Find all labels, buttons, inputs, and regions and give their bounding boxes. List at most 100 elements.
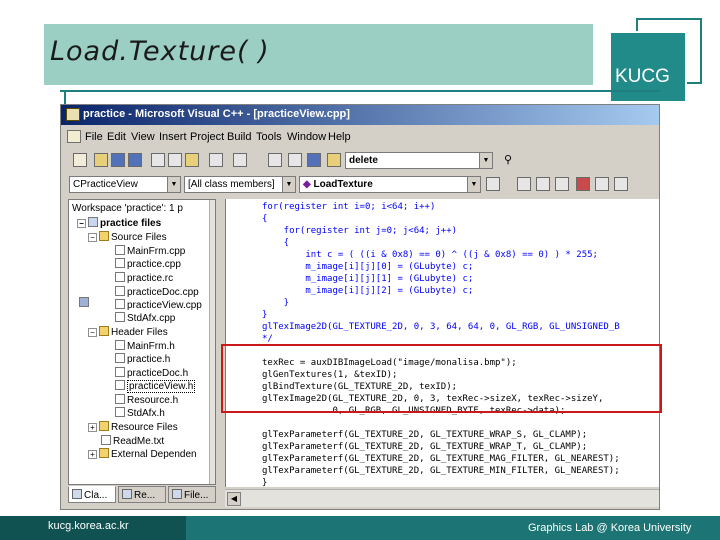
chevron-down-icon[interactable]: ▼ — [479, 153, 492, 168]
tree-label: StdAfx.h — [127, 408, 165, 419]
chevron-down-icon[interactable]: ▼ — [467, 177, 480, 192]
copy-icon[interactable] — [168, 153, 182, 167]
expand-icon[interactable]: + — [88, 450, 97, 459]
members-combo[interactable]: [All class members] ▼ — [184, 176, 296, 193]
function-combo[interactable]: ◆ LoadTexture ▼ — [299, 176, 481, 193]
tree-item-file[interactable]: practice.cpp — [115, 258, 181, 271]
find-in-files-icon[interactable] — [327, 153, 341, 167]
code-line: m_image[i][j][0] = (GLubyte) c; — [262, 262, 474, 272]
menu-view[interactable]: View — [131, 131, 155, 143]
output-icon[interactable] — [288, 153, 302, 167]
tree-item-external-deps[interactable]: + External Dependen — [88, 448, 197, 461]
app-icon — [66, 108, 80, 121]
menu-edit[interactable]: Edit — [107, 131, 126, 143]
binoculars-icon[interactable]: ⚲ — [504, 153, 512, 166]
menu-build[interactable]: Build — [227, 131, 251, 143]
stop-build-icon[interactable] — [555, 177, 569, 191]
tab-classview[interactable]: Cla... — [68, 486, 116, 503]
menu-window[interactable]: Window — [287, 131, 326, 143]
code-editor[interactable]: for(register int i=0; i<64; i++) { for(re… — [225, 199, 659, 487]
undo-icon[interactable] — [209, 153, 223, 167]
class-wizard-icon[interactable] — [486, 177, 500, 191]
folder-icon — [99, 326, 109, 336]
cpp-file-icon — [115, 299, 125, 309]
workspace-icon[interactable] — [268, 153, 282, 167]
code-line: glTexParameterf(GL_TEXTURE_2D, GL_TEXTUR… — [262, 454, 620, 464]
tab-fileview[interactable]: File... — [168, 486, 216, 503]
h-file-icon — [115, 353, 125, 363]
scroll-left-icon[interactable]: ◀ — [227, 492, 241, 506]
tree-label: practice.h — [127, 354, 171, 365]
cpp-file-icon — [115, 245, 125, 255]
tree-item-file[interactable]: practice.h — [115, 353, 170, 366]
code-line: for(register int i=0; i<64; i++) — [262, 202, 436, 212]
h-file-icon — [115, 380, 125, 390]
execute-icon[interactable] — [576, 177, 590, 191]
save-all-icon[interactable] — [128, 153, 142, 167]
collapse-icon[interactable]: − — [88, 328, 97, 337]
tree-item-file[interactable]: ReadMe.txt — [101, 435, 164, 448]
menu-tools[interactable]: Tools — [256, 131, 282, 143]
chevron-down-icon[interactable]: ▼ — [167, 177, 180, 192]
slide-title: Load.Texture( ) — [50, 36, 270, 67]
code-line: glTexParameterf(GL_TEXTURE_2D, GL_TEXTUR… — [262, 442, 588, 452]
code-line: glBindTexture(GL_TEXTURE_2D, texID); — [262, 382, 458, 392]
menu-file[interactable]: File — [85, 131, 103, 143]
tree-item-file[interactable]: StdAfx.h — [115, 407, 165, 420]
menu-insert[interactable]: Insert — [159, 131, 187, 143]
tree-item-project[interactable]: − practice files — [77, 217, 161, 230]
tree-item-file-selected[interactable]: practiceView.h — [115, 380, 196, 393]
window-titlebar[interactable]: practice - Microsoft Visual C++ - [pract… — [61, 105, 659, 125]
resourceview-icon — [122, 489, 132, 499]
class-combo[interactable]: CPracticeView ▼ — [69, 176, 181, 193]
chevron-down-icon[interactable]: ▼ — [282, 177, 295, 192]
tree-item-file[interactable]: practiceView.cpp — [115, 299, 202, 312]
tree-item-source-files[interactable]: − Source Files — [88, 231, 167, 244]
tree-label: MainFrm.cpp — [127, 246, 186, 257]
folder-icon — [99, 421, 109, 431]
tree-item-file[interactable]: practiceDoc.h — [115, 367, 188, 380]
redo-icon[interactable] — [233, 153, 247, 167]
folder-icon — [99, 231, 109, 241]
menu-project[interactable]: Project — [190, 131, 224, 143]
find-combo[interactable]: delete ▼ — [345, 152, 493, 169]
mdi-document-icon[interactable] — [67, 130, 81, 143]
code-line: m_image[i][j][2] = (GLubyte) c; — [262, 286, 474, 296]
tab-resourceview[interactable]: Re... — [118, 486, 166, 503]
horizontal-divider — [60, 90, 660, 92]
tree-item-workspace[interactable]: Workspace 'practice': 1 p — [72, 203, 183, 307]
build-icon[interactable] — [536, 177, 550, 191]
save-icon[interactable] — [111, 153, 125, 167]
window-list-icon[interactable] — [307, 153, 321, 167]
folder-icon — [99, 448, 109, 458]
tab-label: Re... — [134, 490, 156, 501]
cut-icon[interactable] — [151, 153, 165, 167]
logo-text: KUCG — [615, 66, 670, 87]
breakpoint-icon[interactable] — [614, 177, 628, 191]
tree-item-file[interactable]: StdAfx.cpp — [115, 312, 175, 325]
project-icon — [88, 217, 98, 227]
tree-label: Workspace 'practice': 1 p — [72, 203, 183, 214]
tree-item-resource-files[interactable]: + Resource Files — [88, 421, 178, 434]
code-line: glTexImage2D(GL_TEXTURE_2D, 0, 3, texRec… — [262, 394, 604, 404]
tree-item-header-files[interactable]: − Header Files — [88, 326, 168, 339]
tree-item-file[interactable]: MainFrm.h — [115, 340, 175, 353]
paste-icon[interactable] — [185, 153, 199, 167]
tree-label: practiceDoc.h — [127, 368, 189, 379]
menu-help[interactable]: Help — [328, 131, 351, 143]
compile-icon[interactable] — [517, 177, 531, 191]
tree-item-file[interactable]: Resource.h — [115, 394, 178, 407]
collapse-icon[interactable]: − — [77, 219, 86, 228]
expand-icon[interactable]: + — [88, 423, 97, 432]
code-hscrollbar[interactable]: ◀ — [225, 489, 659, 507]
tree-item-file[interactable]: MainFrm.cpp — [115, 245, 185, 258]
workspace-scrollbar[interactable] — [209, 200, 215, 484]
collapse-icon[interactable]: − — [88, 233, 97, 242]
code-line: for(register int j=0; j<64; j++) — [262, 226, 458, 236]
open-icon[interactable] — [94, 153, 108, 167]
tree-item-file[interactable]: practice.rc — [115, 272, 173, 285]
code-line: texRec = auxDIBImageLoad("image/monalisa… — [262, 358, 517, 368]
new-file-icon[interactable] — [73, 153, 87, 167]
tree-item-file[interactable]: practiceDoc.cpp — [115, 286, 199, 299]
go-icon[interactable] — [595, 177, 609, 191]
